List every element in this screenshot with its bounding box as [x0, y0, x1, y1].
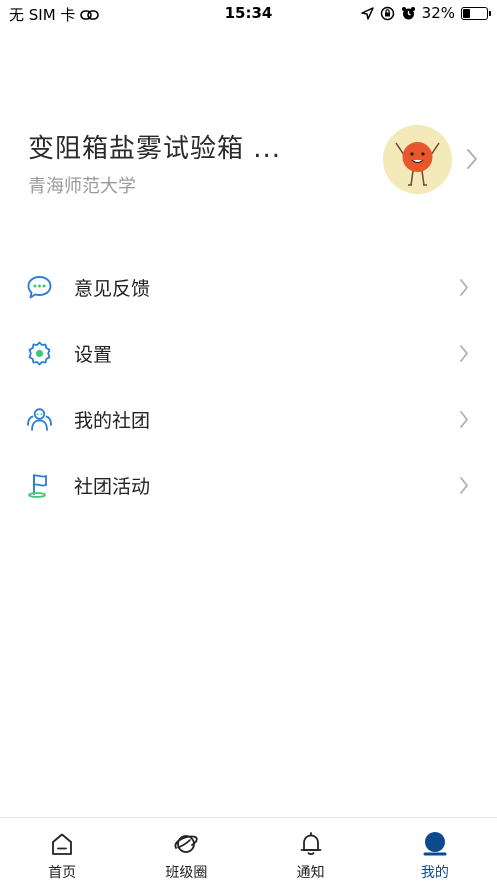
- tab-label: 通知: [296, 865, 325, 881]
- tab-me[interactable]: 我的: [373, 818, 497, 883]
- chevron-right-icon: [460, 411, 468, 428]
- battery-level: [463, 8, 471, 18]
- avatar-cartoon-icon: [383, 125, 452, 194]
- link-icon: [80, 9, 100, 20]
- menu-item-label: 社团活动: [74, 476, 151, 498]
- feedback-chat-icon: [27, 276, 52, 299]
- activity-flag-icon: [28, 474, 47, 498]
- menu-item-label: 设置: [74, 344, 113, 366]
- tab-notifications[interactable]: 通知: [249, 818, 373, 883]
- profile-screen: 无 SIM 卡 15:34 32% 变阻箱盐雾试验箱 ... 青海师范大学 意见…: [0, 0, 497, 883]
- planet-icon: [174, 835, 199, 853]
- tab-label: 我的: [420, 865, 449, 881]
- carrier-text: 无 SIM 卡: [9, 6, 76, 24]
- alarm-icon: [401, 6, 415, 19]
- chevron-right-icon: [467, 149, 477, 169]
- tab-label: 首页: [48, 865, 77, 881]
- menu-list: 意见反馈 设置 我的社团 社团活动: [0, 254, 497, 518]
- menu-item-label: 我的社团: [74, 410, 151, 432]
- location-arrow-icon: [360, 6, 374, 20]
- menu-item-feedback[interactable]: 意见反馈: [0, 254, 497, 320]
- club-people-icon: [27, 408, 52, 431]
- profile-name: 变阻箱盐雾试验箱 ...: [28, 134, 282, 164]
- status-bar: 无 SIM 卡 15:34 32%: [0, 0, 497, 28]
- chevron-right-icon: [460, 477, 468, 494]
- bottom-tab-bar: 首页 班级圈 通知 我的: [0, 817, 497, 883]
- profile-icon: [423, 832, 447, 856]
- profile-school: 青海师范大学: [28, 176, 136, 197]
- battery-icon: [461, 6, 491, 20]
- status-bar-left: 无 SIM 卡: [9, 4, 100, 25]
- avatar[interactable]: [383, 125, 452, 194]
- profile-header[interactable]: 变阻箱盐雾试验箱 ... 青海师范大学: [0, 118, 497, 204]
- menu-item-label: 意见反馈: [74, 278, 151, 300]
- menu-item-my-clubs[interactable]: 我的社团: [0, 386, 497, 452]
- tab-label: 班级圈: [165, 865, 208, 881]
- menu-item-club-activities[interactable]: 社团活动: [0, 452, 497, 518]
- settings-gear-icon: [28, 341, 51, 366]
- status-bar-right: 32%: [360, 4, 491, 22]
- chevron-right-icon: [460, 279, 468, 296]
- home-icon: [52, 833, 73, 855]
- bell-icon: [300, 832, 322, 856]
- orientation-lock-icon: [380, 6, 394, 20]
- chevron-right-icon: [460, 345, 468, 362]
- tab-home[interactable]: 首页: [0, 818, 124, 883]
- tab-class-circle[interactable]: 班级圈: [124, 818, 248, 883]
- battery-percent: 32%: [421, 4, 455, 22]
- menu-item-settings[interactable]: 设置: [0, 320, 497, 386]
